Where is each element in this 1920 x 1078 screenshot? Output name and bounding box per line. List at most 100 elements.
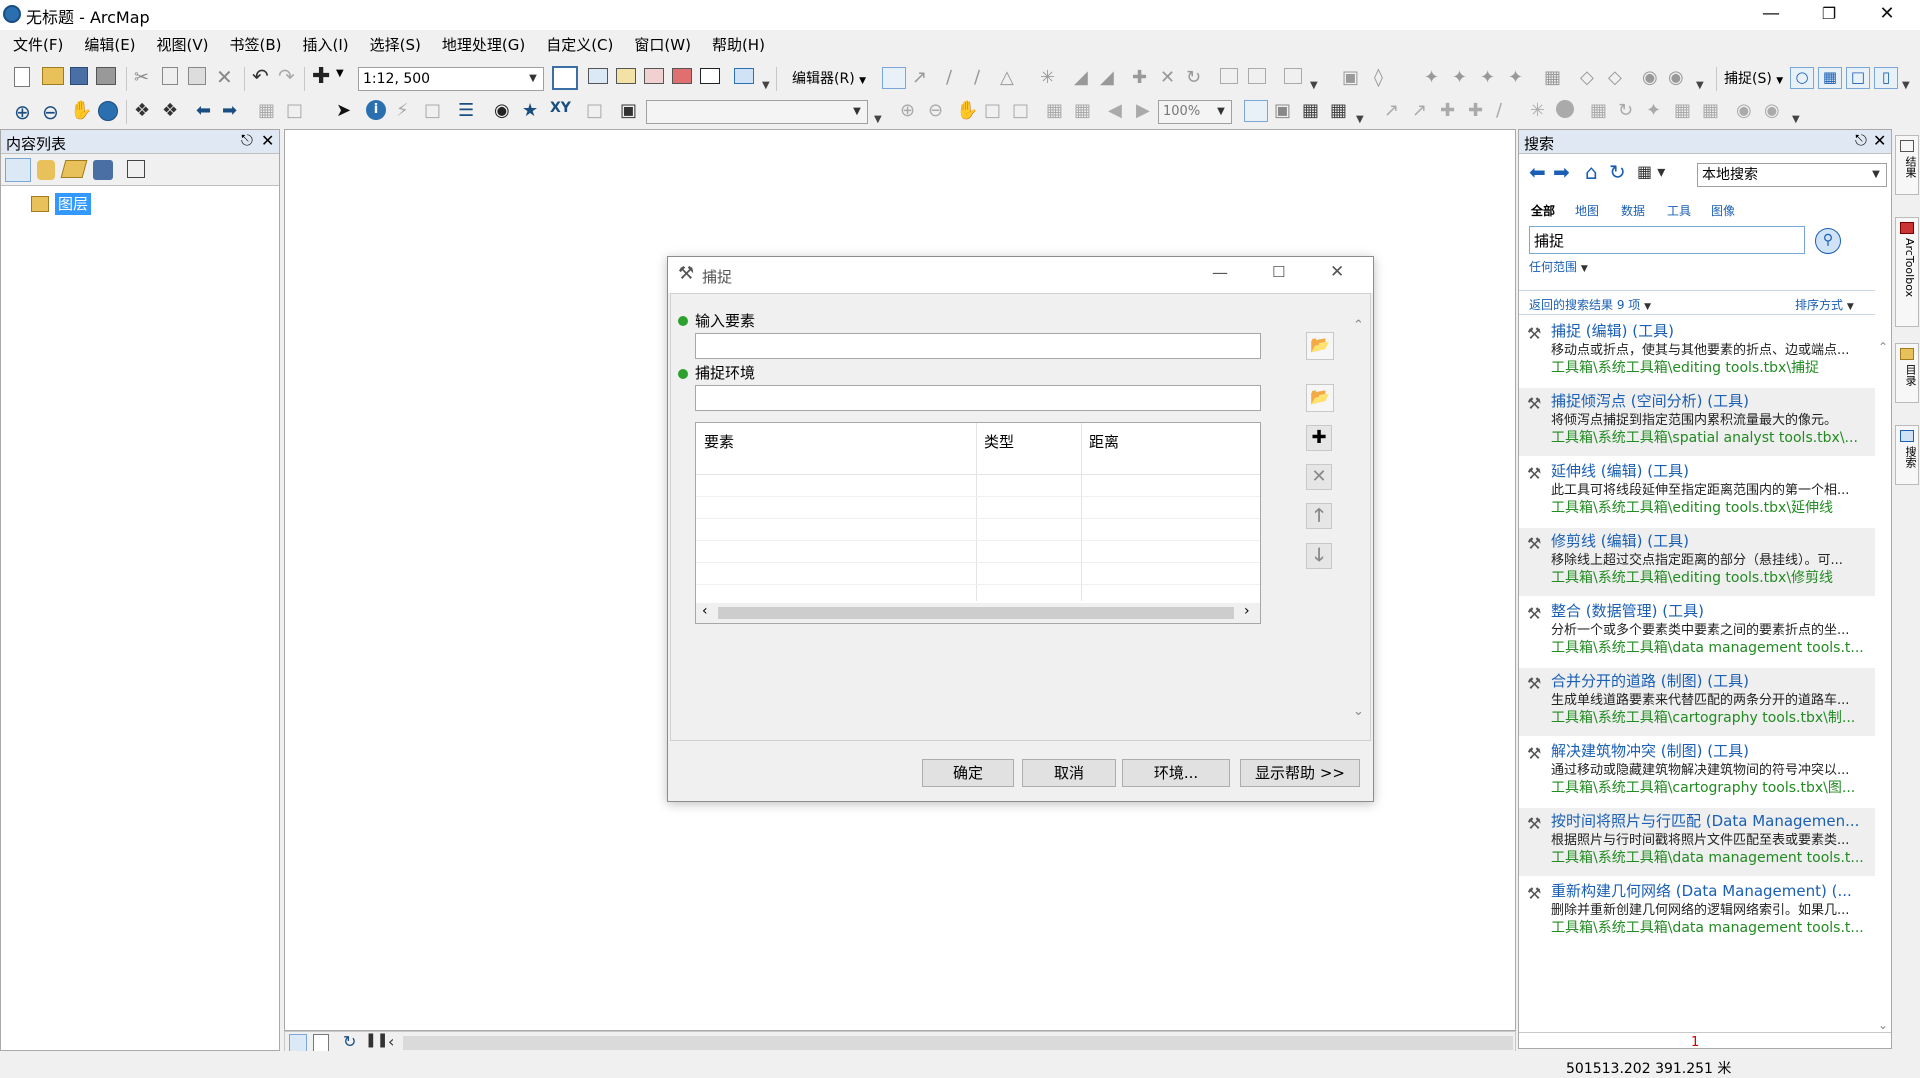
scroll-left-icon[interactable]: ‹ (388, 1032, 394, 1051)
zoom-percent-combo[interactable]: 100% ▼ (1158, 100, 1232, 124)
add-row-icon[interactable]: ✚ (1306, 425, 1332, 451)
vertex-snapping-icon[interactable]: □ (1846, 67, 1870, 89)
editor-toolbar-icon[interactable] (552, 66, 578, 90)
arctoolbox-tab[interactable]: ArcToolbox (1895, 217, 1919, 327)
search-result-title[interactable]: 延伸线 (编辑) (工具) (1551, 460, 1871, 481)
remove-row-icon[interactable]: ✕ (1306, 464, 1332, 490)
data-driven-pages-icon[interactable]: ▦ (1330, 100, 1352, 122)
toolbar-grip-icon[interactable]: ▼ (1356, 114, 1364, 126)
search-result-title[interactable]: 捕捉 (编辑) (工具) (1551, 320, 1871, 341)
list-by-visibility-icon[interactable] (60, 160, 88, 178)
pause-drawing-icon[interactable]: ❚❚ (365, 1032, 388, 1048)
menu-windows[interactable]: 窗口(W) (621, 32, 699, 58)
scroll-up-icon[interactable]: ⌃ (1353, 318, 1364, 333)
time-slider-icon[interactable]: □ (586, 100, 608, 122)
search-result-path[interactable]: 工具箱\系统工具箱\cartography tools.tbx\图... (1551, 777, 1871, 797)
search-result-item[interactable]: ⚒ 合并分开的道路 (制图) (工具) 生成单线道路要素来代替匹配的两条分开的道路车… (1519, 668, 1875, 736)
paste-icon[interactable] (188, 67, 206, 85)
dialog-maximize-button[interactable]: ☐ (1272, 263, 1285, 281)
restore-button[interactable]: ❐ (1800, 0, 1858, 30)
search-tab[interactable]: 搜索 (1895, 425, 1919, 485)
go-to-xy-icon[interactable]: XY (550, 100, 572, 122)
search-result-item[interactable]: ⚒ 修剪线 (编辑) (工具) 移除线上超过交点指定距离的部分（悬挂线）。可... 工… (1519, 528, 1875, 596)
toolbar-grip-icon[interactable]: ▼ (874, 114, 882, 126)
input-features-field[interactable] (695, 333, 1261, 359)
toolbar-grip-icon[interactable]: ▼ (1310, 80, 1318, 92)
close-button[interactable]: ✕ (1858, 0, 1916, 30)
zoom-out-icon[interactable]: ⊖ (42, 100, 64, 124)
select-elements-icon[interactable]: ➤ (336, 100, 358, 122)
close-panel-icon[interactable]: ✕ (261, 131, 274, 150)
col-header-distance[interactable]: 距离 (1089, 431, 1119, 452)
hyperlink-icon[interactable]: ⚡ (396, 100, 418, 122)
change-layout-icon[interactable]: ▦ (1302, 100, 1324, 122)
clear-selection-icon[interactable]: □ (286, 100, 308, 122)
move-down-icon[interactable]: 🡓 (1306, 543, 1332, 569)
search-result-path[interactable]: 工具箱\系统工具箱\data management tools.t... (1551, 917, 1871, 937)
full-extent-icon[interactable] (98, 101, 118, 121)
options-icon[interactable] (127, 160, 145, 178)
search-result-path[interactable]: 工具箱\系统工具箱\editing tools.tbx\延伸线 (1551, 497, 1871, 517)
scroll-right-icon[interactable]: › (1244, 603, 1250, 619)
toolbar-grip-icon[interactable]: ▼ (762, 80, 770, 92)
refresh-icon[interactable]: ↻ (343, 1032, 356, 1051)
python-window-icon[interactable] (700, 68, 720, 84)
search-icon[interactable]: ⚲ (1815, 228, 1841, 254)
browse-folder-icon[interactable]: 📂 (1306, 384, 1334, 412)
scroll-left-icon[interactable]: ‹ (702, 603, 708, 619)
options-icon[interactable]: ▦ ▾ (1637, 162, 1665, 181)
find-icon[interactable]: ◉ (494, 100, 516, 122)
search-result-item[interactable]: ⚒ 延伸线 (编辑) (工具) 此工具可将线段延伸至指定距离范围内的第一个相... 工… (1519, 458, 1875, 526)
search-result-item[interactable]: ⚒ 捕捉倾泻点 (空间分析) (工具) 将倾泻点捕捉到指定范围内累积流量最大的像元。… (1519, 388, 1875, 456)
browse-folder-icon[interactable]: 📂 (1306, 332, 1334, 360)
filter-tools[interactable]: 工具 (1667, 202, 1691, 219)
filter-all[interactable]: 全部 (1531, 202, 1555, 219)
search-result-title[interactable]: 重新构建几何网络 (Data Management) (... (1551, 880, 1871, 901)
search-input[interactable] (1529, 226, 1805, 254)
list-by-drawing-order-icon[interactable] (5, 158, 31, 182)
menu-view[interactable]: 视图(V) (144, 32, 217, 58)
data-view-icon[interactable] (289, 1034, 307, 1052)
search-result-path[interactable]: 工具箱\系统工具箱\editing tools.tbx\修剪线 (1551, 567, 1871, 587)
show-help-button[interactable]: 显示帮助 >> (1240, 759, 1360, 787)
filter-images[interactable]: 图像 (1711, 202, 1735, 219)
list-by-selection-icon[interactable] (93, 160, 113, 180)
menu-help[interactable]: 帮助(H) (699, 32, 773, 58)
layers-root-item[interactable]: 图层 (55, 193, 92, 215)
snap-environment-field[interactable] (695, 385, 1261, 411)
dialog-minimize-button[interactable]: — (1212, 263, 1228, 282)
find-route-icon[interactable]: ★ (522, 100, 544, 122)
go-back-icon[interactable]: ⬅ (196, 100, 218, 122)
go-forward-icon[interactable]: ➡ (222, 100, 244, 122)
menu-bookmarks[interactable]: 书签(B) (217, 32, 290, 58)
layer-combo[interactable]: ▼ (646, 100, 868, 124)
sort-by-button[interactable]: 排序方式 ▼ (1795, 296, 1854, 313)
scroll-thumb[interactable] (718, 607, 1234, 619)
menu-file[interactable]: 文件(F) (0, 32, 71, 58)
table-horizontal-scrollbar[interactable]: ‹ › (696, 603, 1260, 623)
dialog-close-button[interactable]: ✕ (1330, 262, 1344, 282)
table-of-contents-icon[interactable] (588, 68, 608, 84)
edge-snapping-icon[interactable]: ▯ (1874, 67, 1898, 89)
results-tab[interactable]: 结果 (1895, 135, 1919, 195)
ok-button[interactable]: 确定 (922, 759, 1014, 787)
end-snapping-icon[interactable]: ▦ (1818, 67, 1842, 89)
add-data-dropdown-icon[interactable]: ▼ (336, 68, 358, 90)
scroll-up-icon[interactable]: ⌃ (1875, 340, 1891, 356)
back-icon[interactable]: ⬅ (1529, 160, 1546, 184)
add-data-icon[interactable]: ✚ (312, 64, 334, 89)
cut-icon[interactable]: ✂ (134, 67, 156, 89)
close-panel-icon[interactable]: ✕ (1873, 131, 1886, 150)
search-result-title[interactable]: 按时间将照片与行匹配 (Data Managemen... (1551, 810, 1871, 831)
search-result-item[interactable]: ⚒ 重新构建几何网络 (Data Management) (... 删除并重新创建几… (1519, 878, 1875, 946)
filter-data[interactable]: 数据 (1621, 202, 1645, 219)
col-header-type[interactable]: 类型 (984, 431, 1014, 452)
create-viewer-icon[interactable]: ▣ (620, 100, 642, 122)
focus-data-frame-icon[interactable]: ▣ (1274, 100, 1296, 122)
scroll-down-icon[interactable]: ⌄ (1353, 704, 1364, 719)
search-result-path[interactable]: 工具箱\系统工具箱\editing tools.tbx\捕捉 (1551, 357, 1871, 377)
search-result-title[interactable]: 合并分开的道路 (制图) (工具) (1551, 670, 1871, 691)
forward-icon[interactable]: ➡ (1553, 160, 1570, 184)
zoom-in-icon[interactable]: ⊕ (14, 100, 36, 124)
search-result-title[interactable]: 整合 (数据管理) (工具) (1551, 600, 1871, 621)
